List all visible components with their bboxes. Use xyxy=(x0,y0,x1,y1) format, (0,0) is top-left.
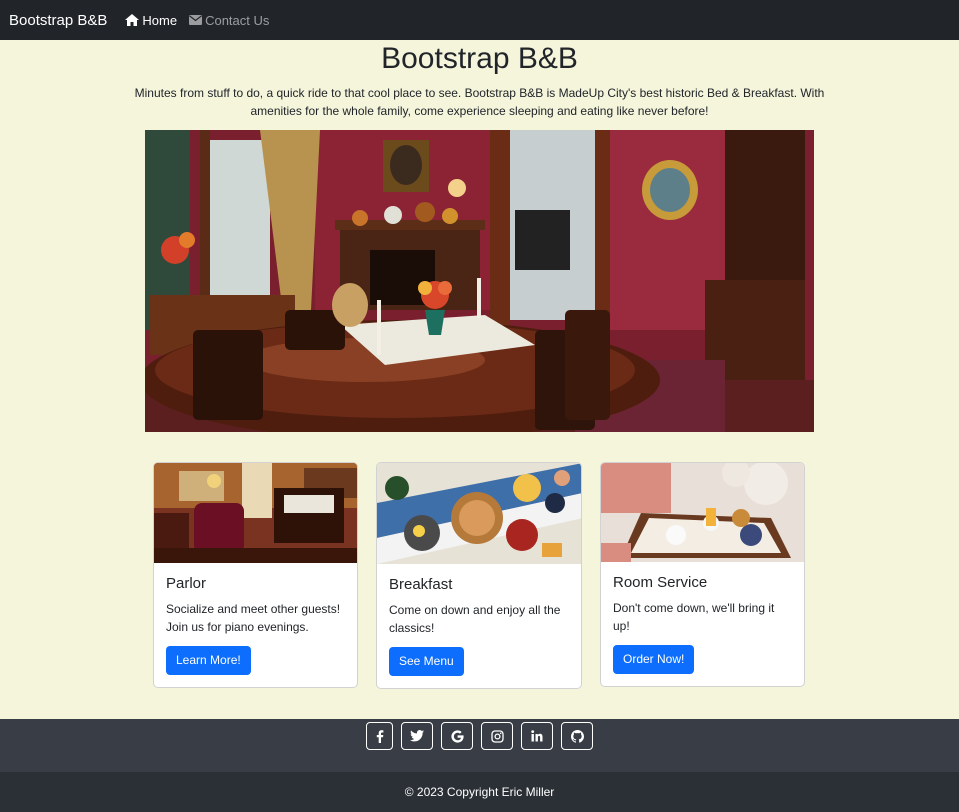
hero-lead: Minutes from stuff to do, a quick ride t… xyxy=(134,86,825,118)
card-breakfast-title: Breakfast xyxy=(389,576,453,593)
card-parlor-text: Socialize and meet other guests! Join us… xyxy=(166,602,341,634)
instagram-link[interactable] xyxy=(481,722,513,750)
nav-link-contact-label: Contact Us xyxy=(205,12,270,28)
linkedin-icon xyxy=(531,730,543,742)
navbar-brand[interactable]: Bootstrap B&B xyxy=(9,12,107,29)
card-breakfast-text: Come on down and enjoy all the classics! xyxy=(389,603,561,635)
google-link[interactable] xyxy=(441,722,473,750)
home-icon xyxy=(125,14,140,26)
see-menu-button[interactable]: See Menu xyxy=(389,647,464,676)
order-now-button[interactable]: Order Now! xyxy=(613,645,695,674)
card-parlor-title: Parlor xyxy=(166,575,207,592)
learn-more-button[interactable]: Learn More! xyxy=(166,646,251,675)
facebook-icon xyxy=(376,729,383,743)
github-link[interactable] xyxy=(561,722,593,750)
navbar: Bootstrap B&B Home Contact Us xyxy=(0,0,959,40)
instagram-icon xyxy=(490,729,504,743)
nav-link-home[interactable]: Home xyxy=(125,13,177,28)
facebook-link[interactable] xyxy=(366,722,393,750)
linkedin-link[interactable] xyxy=(521,722,553,750)
card-room-service-title: Room Service xyxy=(613,574,708,591)
github-icon xyxy=(570,729,584,743)
card-room-service: Room Service Don't come down, we'll brin… xyxy=(600,462,805,687)
twitter-icon xyxy=(410,730,424,742)
envelope-icon xyxy=(189,15,203,25)
nav-link-contact[interactable]: Contact Us xyxy=(189,13,269,28)
card-room-service-image xyxy=(601,463,804,562)
card-breakfast-image xyxy=(377,463,581,564)
card-breakfast: Breakfast Come on down and enjoy all the… xyxy=(376,462,582,689)
copyright-text: © 2023 Copyright Eric Miller xyxy=(404,785,555,799)
footer-social xyxy=(0,719,959,772)
nav-link-home-label: Home xyxy=(142,12,178,28)
card-parlor: Parlor Socialize and meet other guests! … xyxy=(153,462,358,688)
google-icon xyxy=(450,729,464,743)
card-room-service-text: Don't come down, we'll bring it up! xyxy=(613,601,775,633)
footer-copyright: © 2023 Copyright Eric Miller xyxy=(0,772,959,812)
card-parlor-image xyxy=(154,463,357,563)
twitter-link[interactable] xyxy=(401,722,433,750)
page-title: Bootstrap B&B xyxy=(381,42,578,75)
hero-image xyxy=(145,130,814,432)
